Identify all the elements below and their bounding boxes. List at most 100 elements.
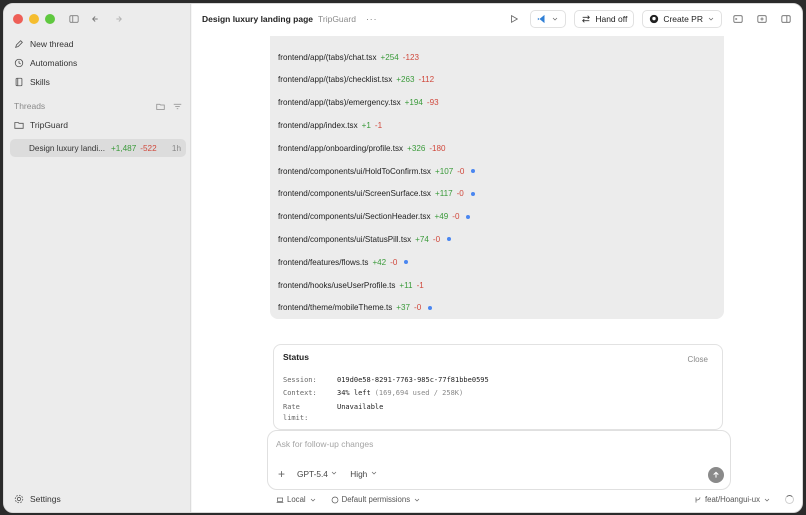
file-added: +49 bbox=[434, 212, 449, 222]
composer: + GPT-5.4 High bbox=[267, 430, 731, 490]
file-removed: -0 bbox=[432, 234, 441, 244]
file-added: +37 bbox=[396, 303, 411, 313]
chevron-down-icon bbox=[371, 471, 376, 475]
diff-panel-icon[interactable] bbox=[754, 11, 770, 27]
new-file-dot-icon bbox=[428, 305, 433, 310]
close-status-button[interactable]: Close bbox=[688, 355, 708, 364]
hand-off-button[interactable]: Hand off bbox=[574, 10, 635, 28]
rate-value: Unavailable bbox=[337, 403, 384, 411]
skills-button[interactable]: Skills bbox=[10, 72, 184, 91]
close-window-button[interactable] bbox=[13, 14, 23, 24]
new-folder-icon[interactable] bbox=[156, 102, 165, 111]
environment-label: Local bbox=[287, 495, 306, 504]
github-icon bbox=[650, 14, 659, 24]
zoom-window-button[interactable] bbox=[45, 14, 55, 24]
back-arrow-icon[interactable] bbox=[88, 11, 104, 27]
session-value: 019d0e58-8291-7763-985c-77f81bbe0595 bbox=[337, 376, 489, 384]
split-view-icon[interactable] bbox=[778, 11, 794, 27]
rate-limit-row: Rate Unavailable bbox=[283, 403, 383, 411]
terminal-icon[interactable] bbox=[730, 11, 746, 27]
file-removed: -180 bbox=[429, 143, 446, 153]
composer-toolbar: + GPT-5.4 High bbox=[278, 467, 378, 481]
skills-label: Skills bbox=[30, 76, 50, 87]
file-path: frontend/components/ui/StatusPill.tsx bbox=[278, 234, 412, 244]
vscode-icon bbox=[538, 14, 545, 24]
session-row: Session: 019d0e58-8291-7763-985c-77f81bb… bbox=[283, 376, 489, 384]
chevron-down-icon bbox=[553, 17, 558, 21]
file-removed: -1 bbox=[374, 120, 383, 130]
file-added: +117 bbox=[434, 189, 453, 199]
sidebar: New thread Automations Skills Threads Tr… bbox=[4, 4, 191, 512]
new-file-dot-icon bbox=[447, 237, 452, 242]
file-row[interactable]: frontend/theme/mobileTheme.ts +37 -0 bbox=[278, 301, 433, 315]
attach-plus-icon[interactable]: + bbox=[278, 467, 285, 481]
send-button[interactable] bbox=[708, 467, 724, 483]
project-name: TripGuard bbox=[30, 120, 68, 130]
effort-select[interactable]: High bbox=[350, 469, 377, 479]
settings-button[interactable]: Settings bbox=[14, 494, 61, 504]
file-removed: -0 bbox=[456, 189, 464, 199]
file-row[interactable]: frontend/app/(tabs)/checklist.tsx +263 -11… bbox=[278, 73, 434, 87]
window-controls bbox=[13, 14, 55, 24]
file-row[interactable]: frontend/app/(tabs)/chat.tsx +254 -123 bbox=[278, 50, 419, 64]
follow-up-input[interactable] bbox=[276, 439, 576, 449]
new-thread-button[interactable]: New thread bbox=[10, 34, 184, 53]
chevron-down-icon bbox=[708, 17, 714, 21]
file-path: frontend/hooks/useUserProfile.ts bbox=[278, 280, 396, 290]
create-pr-button[interactable]: Create PR bbox=[642, 10, 722, 28]
forward-arrow-icon[interactable] bbox=[110, 11, 126, 27]
new-thread-label: New thread bbox=[30, 38, 74, 49]
new-file-dot-icon bbox=[471, 169, 476, 173]
book-icon bbox=[15, 77, 23, 86]
create-pr-label: Create PR bbox=[663, 14, 703, 24]
file-row[interactable]: frontend/components/ui/ScreenSurface.tsx… bbox=[278, 187, 475, 201]
file-row[interactable]: frontend/components/ui/StatusPill.tsx +74… bbox=[278, 232, 452, 246]
file-added: +254 bbox=[380, 52, 399, 62]
thread-removed: -522 bbox=[140, 143, 157, 153]
environment-select[interactable]: Local bbox=[276, 495, 317, 504]
file-row[interactable]: frontend/components/ui/HoldToConfirm.tsx… bbox=[278, 164, 476, 178]
play-icon[interactable] bbox=[506, 11, 522, 27]
top-actions: Hand off Create PR bbox=[506, 10, 794, 28]
project-folder[interactable]: TripGuard bbox=[14, 120, 68, 130]
model-label: GPT-5.4 bbox=[297, 469, 328, 479]
file-removed: -93 bbox=[426, 98, 439, 108]
file-row[interactable]: frontend/hooks/useUserProfile.ts +11 -1 bbox=[278, 278, 424, 292]
file-added: +326 bbox=[407, 143, 426, 153]
minimize-window-button[interactable] bbox=[29, 14, 39, 24]
file-row[interactable]: frontend/app/(tabs)/emergency.tsx +194 -93 bbox=[278, 96, 439, 110]
file-removed: -0 bbox=[390, 257, 398, 267]
file-added: +42 bbox=[372, 257, 387, 267]
main-panel: Design luxury landing page TripGuard ···… bbox=[192, 4, 802, 512]
hand-off-label: Hand off bbox=[595, 14, 628, 24]
file-added: +194 bbox=[404, 98, 423, 108]
sidebar-toggle-icon[interactable] bbox=[66, 11, 82, 27]
file-row[interactable]: frontend/app/index.tsx +1 -1 bbox=[278, 118, 382, 132]
automations-button[interactable]: Automations bbox=[10, 53, 184, 72]
shield-icon bbox=[331, 496, 338, 503]
chevron-down-icon bbox=[331, 471, 337, 475]
thread-item[interactable]: Design luxury landi... +1,487 -522 1h bbox=[10, 139, 186, 157]
filter-icon[interactable] bbox=[173, 102, 182, 111]
git-branch-icon bbox=[695, 496, 701, 503]
chevron-down-icon bbox=[310, 498, 315, 501]
permissions-label: Default permissions bbox=[341, 495, 411, 504]
model-select[interactable]: GPT-5.4 bbox=[297, 469, 338, 479]
file-added: +107 bbox=[434, 166, 454, 176]
clock-icon bbox=[14, 58, 24, 67]
file-row[interactable]: frontend/components/ui/SectionHeader.tsx… bbox=[278, 210, 471, 224]
new-file-dot-icon bbox=[404, 260, 409, 265]
session-key: Session: bbox=[283, 376, 317, 384]
thread-title: Design luxury landi... bbox=[29, 143, 105, 153]
file-removed: -112 bbox=[418, 75, 435, 85]
branch-select[interactable]: feat/Hoangui-ux bbox=[694, 495, 771, 504]
file-path: frontend/components/ui/SectionHeader.tsx bbox=[278, 212, 431, 222]
more-options-button[interactable]: ··· bbox=[366, 14, 378, 24]
thread-age: 1h bbox=[171, 143, 181, 153]
file-row[interactable]: frontend/features/flows.ts +42 -0 bbox=[278, 255, 409, 269]
status-title: Status bbox=[283, 352, 309, 362]
vscode-dropdown[interactable] bbox=[530, 10, 567, 28]
app-window: New thread Automations Skills Threads Tr… bbox=[3, 3, 803, 513]
permissions-select[interactable]: Default permissions bbox=[331, 495, 421, 504]
file-row[interactable]: frontend/app/onboarding/profile.tsx +326-… bbox=[278, 141, 446, 155]
